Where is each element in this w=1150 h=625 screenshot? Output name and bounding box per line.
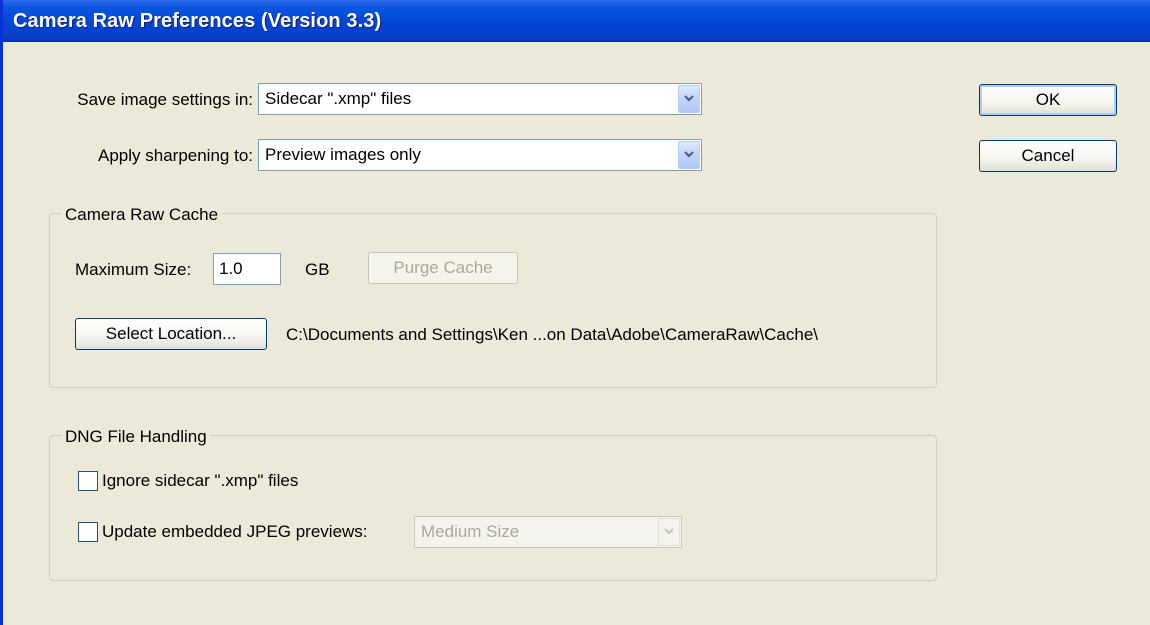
dng-file-handling-title: DNG File Handling	[61, 426, 211, 448]
save-settings-select[interactable]: Sidecar ".xmp" files	[258, 83, 702, 115]
chevron-down-icon[interactable]	[678, 85, 700, 113]
ignore-sidecar-label[interactable]: Ignore sidecar ".xmp" files	[102, 470, 298, 492]
sharpening-select[interactable]: Preview images only	[258, 139, 702, 171]
camera-raw-cache-group	[49, 213, 937, 388]
ok-button[interactable]: OK	[979, 84, 1117, 116]
cancel-button[interactable]: Cancel	[979, 140, 1117, 172]
cache-location-path: C:\Documents and Settings\Ken ...on Data…	[286, 325, 819, 344]
purge-cache-button[interactable]: Purge Cache	[368, 252, 518, 284]
sharpening-value: Preview images only	[265, 145, 421, 164]
size-unit: GB	[305, 260, 330, 279]
update-previews-label[interactable]: Update embedded JPEG previews:	[102, 521, 368, 543]
chevron-down-icon	[658, 518, 680, 546]
sharpening-label: Apply sharpening to:	[98, 146, 253, 165]
update-previews-checkbox[interactable]	[78, 522, 98, 542]
max-size-value: 1.0	[219, 259, 243, 278]
dng-file-handling-group	[49, 435, 937, 581]
chevron-down-icon[interactable]	[678, 141, 700, 169]
preview-size-value: Medium Size	[421, 522, 520, 541]
title-bar[interactable]: Camera Raw Preferences (Version 3.3)	[3, 0, 1150, 42]
save-settings-value: Sidecar ".xmp" files	[265, 89, 412, 108]
ignore-sidecar-checkbox[interactable]	[78, 471, 98, 491]
preview-size-select[interactable]: Medium Size	[414, 516, 682, 548]
camera-raw-cache-title: Camera Raw Cache	[61, 204, 223, 226]
max-size-label: Maximum Size:	[75, 260, 192, 279]
select-location-button[interactable]: Select Location...	[75, 318, 267, 350]
preferences-dialog: Camera Raw Preferences (Version 3.3) Sav…	[0, 0, 1150, 625]
save-settings-label: Save image settings in:	[77, 90, 253, 109]
dialog-title: Camera Raw Preferences (Version 3.3)	[13, 10, 382, 32]
max-size-input[interactable]: 1.0	[213, 253, 281, 285]
